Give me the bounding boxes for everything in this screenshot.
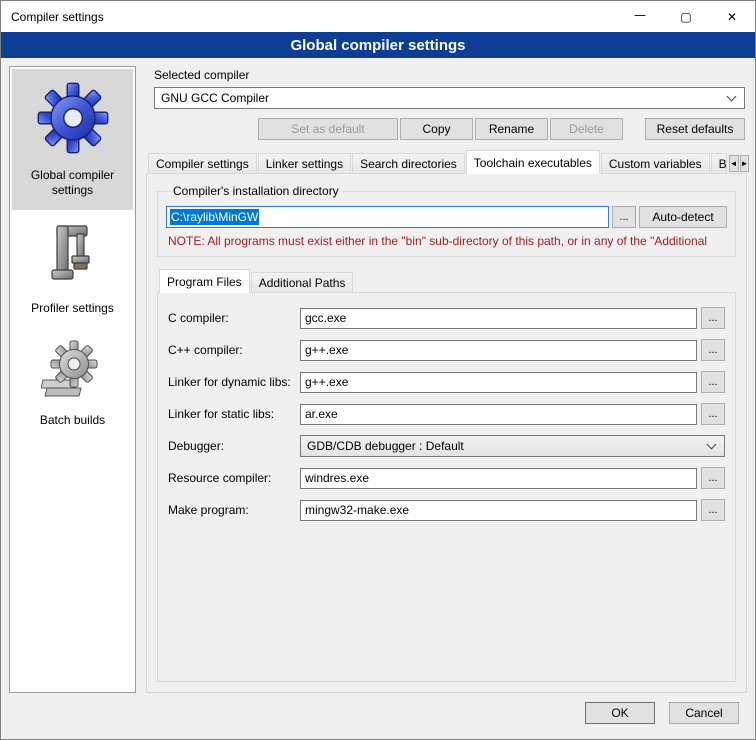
reset-defaults-button[interactable]: Reset defaults: [645, 118, 745, 140]
cpp-compiler-input[interactable]: [300, 340, 697, 361]
debugger-select[interactable]: GDB/CDB debugger : Default: [300, 435, 725, 457]
browse-button[interactable]: ...: [701, 499, 725, 521]
tab-custom-variables[interactable]: Custom variables: [601, 153, 710, 174]
compiler-actions: Set as default Copy Rename Delete Reset …: [154, 118, 745, 140]
field-label: Make program:: [168, 503, 296, 517]
c-compiler-input[interactable]: [300, 308, 697, 329]
browse-button[interactable]: ...: [701, 339, 725, 361]
selected-compiler-value: GNU GCC Compiler: [161, 91, 722, 105]
field-row-debugger: Debugger: GDB/CDB debugger : Default: [168, 435, 725, 457]
tab-compiler-settings[interactable]: Compiler settings: [148, 153, 257, 174]
field-row-linker-dynamic: Linker for dynamic libs: ...: [168, 371, 725, 393]
chevron-down-icon: [707, 440, 717, 450]
window-controls: — ▢ ✕: [617, 1, 755, 32]
compiler-settings-window: Compiler settings — ▢ ✕ Global compiler …: [0, 0, 756, 740]
tab-additional-paths[interactable]: Additional Paths: [251, 272, 354, 293]
window-title: Compiler settings: [1, 10, 104, 24]
maximize-icon: ▢: [680, 10, 691, 24]
close-button[interactable]: ✕: [709, 1, 755, 32]
set-as-default-button[interactable]: Set as default: [258, 118, 398, 140]
minimize-button[interactable]: —: [617, 1, 663, 32]
auto-detect-button[interactable]: Auto-detect: [639, 206, 727, 228]
maximize-button[interactable]: ▢: [663, 1, 709, 32]
field-row-c-compiler: C compiler: ...: [168, 307, 725, 329]
chevron-down-icon: [727, 92, 737, 102]
copy-button[interactable]: Copy: [400, 118, 473, 140]
sidebar-item-label: Global compiler settings: [16, 168, 129, 198]
cancel-button[interactable]: Cancel: [669, 702, 739, 724]
installation-directory-row: C:\raylib\MinGW ... Auto-detect: [166, 206, 727, 228]
tab-toolchain-executables[interactable]: Toolchain executables: [466, 150, 600, 174]
delete-button[interactable]: Delete: [550, 118, 623, 140]
browse-button[interactable]: ...: [701, 307, 725, 329]
selected-compiler-select[interactable]: GNU GCC Compiler: [154, 87, 745, 109]
field-row-resource-compiler: Resource compiler: ...: [168, 467, 725, 489]
gear-stack-icon: [41, 340, 105, 403]
field-row-make-program: Make program: ...: [168, 499, 725, 521]
minimize-icon: —: [634, 8, 646, 22]
settings-sidebar: Global compiler settings: [9, 66, 136, 693]
browse-button[interactable]: ...: [701, 371, 725, 393]
tab-program-files[interactable]: Program Files: [159, 269, 250, 293]
rename-button[interactable]: Rename: [475, 118, 548, 140]
field-label: C++ compiler:: [168, 343, 296, 357]
main-panel: Selected compiler GNU GCC Compiler Set a…: [146, 66, 747, 693]
installation-directory-group: Compiler's installation directory C:\ray…: [157, 184, 736, 257]
debugger-value: GDB/CDB debugger : Default: [307, 439, 702, 453]
tab-scroll-right-icon[interactable]: ►: [740, 155, 750, 172]
profiler-tool-icon: [43, 222, 103, 291]
tab-scroll-left-icon[interactable]: ◄: [729, 155, 739, 172]
installation-directory-input[interactable]: C:\raylib\MinGW: [166, 206, 609, 228]
tab-search-directories[interactable]: Search directories: [352, 153, 465, 174]
installation-directory-value: C:\raylib\MinGW: [170, 209, 259, 225]
resource-compiler-input[interactable]: [300, 468, 697, 489]
tab-build-truncated[interactable]: Buil: [711, 153, 727, 174]
browse-button[interactable]: ...: [701, 467, 725, 489]
page-title: Global compiler settings: [1, 32, 755, 58]
dialog-body: Global compiler settings: [1, 58, 755, 697]
toolchain-executables-panel: Compiler's installation directory C:\ray…: [146, 173, 747, 693]
program-files-panel: C compiler: ... C++ compiler: ... Linker…: [157, 292, 736, 682]
installation-directory-legend: Compiler's installation directory: [170, 184, 342, 198]
field-label: C compiler:: [168, 311, 296, 325]
selected-compiler-label: Selected compiler: [154, 68, 745, 82]
gear-blue-icon: [36, 81, 110, 158]
sidebar-item-label: Batch builds: [40, 413, 105, 428]
sidebar-item-profiler-settings[interactable]: Profiler settings: [12, 210, 133, 328]
title-bar: Compiler settings — ▢ ✕: [1, 1, 755, 32]
sidebar-item-batch-builds[interactable]: Batch builds: [12, 328, 133, 440]
field-label: Debugger:: [168, 439, 296, 453]
ok-button[interactable]: OK: [585, 702, 655, 724]
field-label: Resource compiler:: [168, 471, 296, 485]
sidebar-item-global-compiler-settings[interactable]: Global compiler settings: [12, 69, 133, 210]
linker-static-input[interactable]: [300, 404, 697, 425]
program-files-tab-bar: Program Files Additional Paths: [157, 269, 736, 293]
field-label: Linker for dynamic libs:: [168, 375, 296, 389]
close-icon: ✕: [727, 10, 737, 24]
bin-subdirectory-note: NOTE: All programs must exist either in …: [168, 234, 725, 248]
dialog-footer: OK Cancel: [1, 697, 755, 739]
sidebar-item-label: Profiler settings: [31, 301, 114, 316]
linker-dynamic-input[interactable]: [300, 372, 697, 393]
tab-linker-settings[interactable]: Linker settings: [258, 153, 351, 174]
installation-directory-browse-button[interactable]: ...: [612, 206, 636, 228]
field-row-cpp-compiler: C++ compiler: ...: [168, 339, 725, 361]
make-program-input[interactable]: [300, 500, 697, 521]
browse-button[interactable]: ...: [701, 403, 725, 425]
settings-tab-bar: Compiler settings Linker settings Search…: [146, 150, 747, 174]
field-label: Linker for static libs:: [168, 407, 296, 421]
field-row-linker-static: Linker for static libs: ...: [168, 403, 725, 425]
